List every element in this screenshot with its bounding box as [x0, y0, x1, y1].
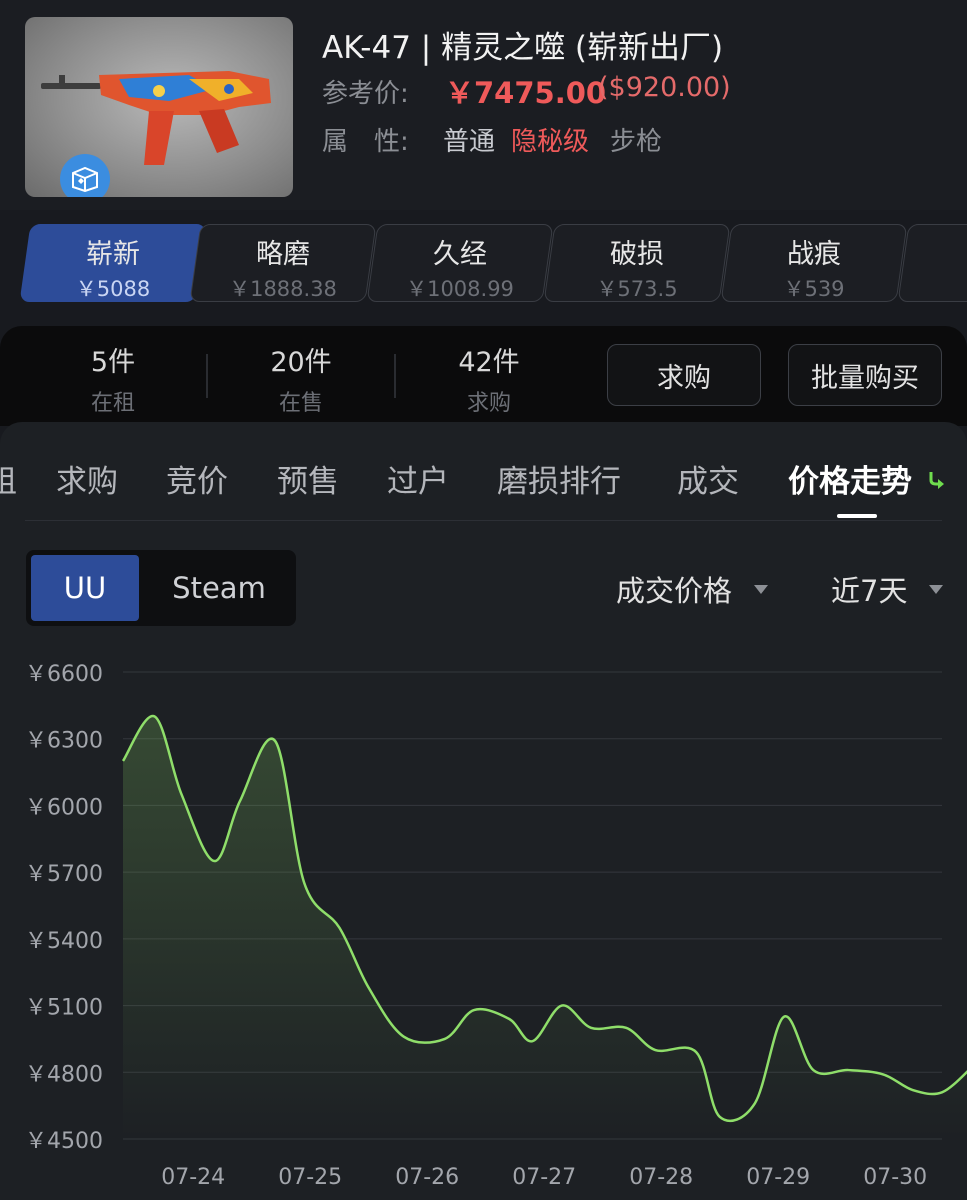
wear-tab-name: 略磨	[256, 239, 310, 270]
range-dropdown-label: 近7天	[831, 574, 908, 608]
stat-label: 在售	[278, 391, 323, 416]
wear-tab-price: ￥539	[783, 277, 845, 301]
reference-price-usd: ($920.00)	[598, 72, 731, 103]
bulk-buy-button[interactable]: 批量购买	[788, 344, 942, 406]
wear-tab-field-tested[interactable]: 久经 ￥1008.99	[366, 224, 554, 302]
y-tick-label: ￥5100	[25, 996, 103, 1021]
attribute-label: 属 性:	[322, 127, 409, 157]
wear-tab-name: 久经	[433, 239, 487, 270]
source-option-steam[interactable]: Steam	[154, 555, 284, 621]
tab-buy-orders[interactable]: 求购	[56, 456, 118, 501]
item-title: AK-47 | 精灵之噬 (崭新出厂)	[322, 30, 724, 66]
wear-tab-price: ￥5088	[75, 277, 151, 301]
stat-rent[interactable]: 5件 在租	[53, 340, 173, 417]
stat-divider	[394, 354, 396, 398]
wear-tab-well-worn[interactable]: 破损 ￥573.5	[543, 224, 731, 302]
price-trend-chart: ￥6600 ￥6300 ￥6000 ￥5700 ￥5400 ￥5100 ￥4800 ￥4500…	[25, 662, 967, 1190]
x-tick-label: 07-26	[395, 1165, 459, 1190]
y-tick-label: ￥6600	[25, 662, 103, 687]
x-tick-label: 07-25	[278, 1165, 342, 1190]
buy-request-button[interactable]: 求购	[607, 344, 761, 406]
tab-transfer[interactable]: 过户	[387, 456, 449, 501]
y-tick-label: ￥4800	[25, 1062, 103, 1087]
tab-divider	[25, 520, 942, 521]
stat-count: 5件	[90, 347, 136, 378]
y-tick-label: ￥4500	[25, 1129, 103, 1154]
wear-tab-price: ￥573.5	[596, 277, 678, 301]
y-tick-label: ￥5700	[25, 862, 103, 887]
x-tick-label: 07-24	[161, 1165, 225, 1190]
source-option-uu[interactable]: UU	[31, 555, 139, 621]
metric-dropdown[interactable]: 成交价格	[616, 568, 769, 610]
weapon-type-tag: 步枪	[610, 127, 663, 157]
tab-price-trend[interactable]: 价格走势	[788, 456, 912, 501]
y-tick-label: ￥6000	[25, 795, 103, 820]
wear-tab-factory-new[interactable]: 崭新 ￥5088	[19, 224, 207, 302]
wear-tab-name: 破损	[610, 239, 664, 270]
stat-on-sale[interactable]: 20件 在售	[241, 340, 361, 417]
x-tick-label: 07-29	[746, 1165, 810, 1190]
tab-wear-ranking[interactable]: 磨损排行	[497, 456, 621, 501]
stat-label: 在租	[90, 391, 135, 416]
trend-down-icon	[929, 472, 944, 489]
case-icon	[60, 154, 110, 197]
y-tick-label: ￥6300	[25, 729, 103, 754]
x-tick-label: 07-27	[512, 1165, 576, 1190]
ref-price-label: 参考价:	[322, 79, 409, 109]
wear-tab-name: 崭新	[86, 239, 140, 270]
source-toggle: UU Steam	[26, 550, 296, 626]
quality-tag: 普通	[443, 127, 496, 157]
metric-dropdown-label: 成交价格	[616, 574, 733, 608]
wear-tab-minimal-wear[interactable]: 略磨 ￥1888.38	[189, 224, 377, 302]
tab-rent[interactable]: 租	[0, 456, 17, 501]
stat-count: 42件	[458, 347, 520, 378]
active-tab-indicator	[837, 514, 877, 518]
x-tick-label: 07-30	[863, 1165, 927, 1190]
item-header: AK-47 | 精灵之噬 (崭新出厂) 参考价: ￥7475.00 ($920.…	[0, 0, 967, 210]
stat-count: 20件	[270, 347, 332, 378]
wear-tab-price: ￥1008.99	[406, 277, 514, 301]
listing-stats: 5件 在租 20件 在售 42件 求购 求购 批量购买	[0, 326, 967, 426]
range-dropdown[interactable]: 近7天	[831, 568, 944, 610]
stat-buy-orders[interactable]: 42件 求购	[429, 340, 549, 417]
wear-tab-battle-scarred[interactable]: 战痕 ￥539	[720, 224, 908, 302]
reference-price-cny: ￥7475.00	[445, 76, 607, 110]
item-thumbnail[interactable]	[25, 17, 293, 197]
tab-transactions[interactable]: 成交	[677, 456, 739, 501]
wear-tabs: 崭新 ￥5088 略磨 ￥1888.38 久经 ￥1008.99 破损 ￥573…	[0, 224, 967, 304]
wear-tab-name: 战痕	[787, 239, 841, 270]
stat-divider	[206, 354, 208, 398]
caret-down-icon	[929, 584, 944, 594]
tab-bidding[interactable]: 竞价	[166, 456, 228, 501]
tab-presale[interactable]: 预售	[277, 456, 339, 501]
stat-label: 求购	[466, 391, 511, 416]
x-tick-label: 07-28	[629, 1165, 693, 1190]
caret-down-icon	[754, 584, 769, 594]
wear-tab-price: ￥1888.38	[229, 277, 337, 301]
y-tick-label: ￥5400	[25, 929, 103, 954]
rarity-tag: 隐秘级	[511, 127, 590, 157]
wear-tab-more[interactable]	[897, 224, 967, 302]
